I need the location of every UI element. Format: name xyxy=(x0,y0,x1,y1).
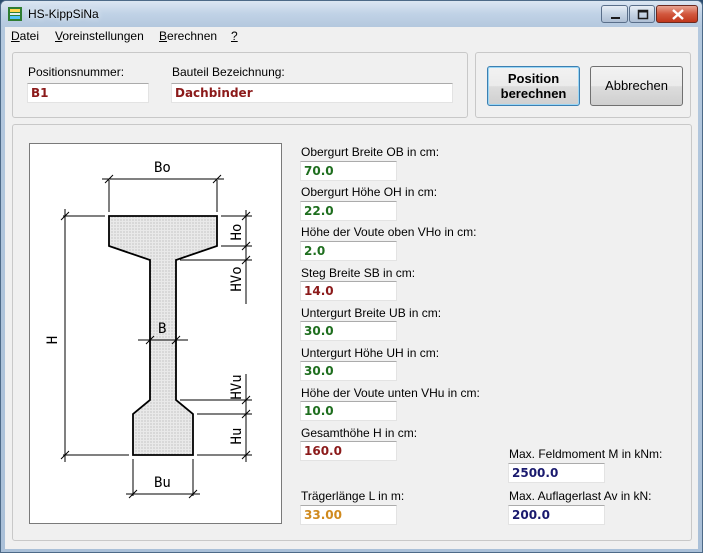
maximize-icon xyxy=(637,9,649,20)
maximize-button[interactable] xyxy=(629,5,655,23)
haunch-bottom-height-field[interactable]: 10.0 xyxy=(300,401,397,421)
max-moment-field[interactable]: 2500.0 xyxy=(508,463,605,483)
menu-datei[interactable]: Datei xyxy=(11,29,39,43)
haunch-top-height-label: Höhe der Voute oben VHo in cm: xyxy=(301,225,477,239)
window-title: HS-KippSiNa xyxy=(28,7,99,21)
beam-length-field[interactable]: 33.00 xyxy=(300,505,397,525)
dim-label-bo: Bo xyxy=(154,160,171,176)
position-number-label: Positionsnummer: xyxy=(28,65,125,79)
menu-help[interactable]: ? xyxy=(231,29,238,43)
flange-bottom-width-field[interactable]: 30.0 xyxy=(300,321,397,341)
component-name-field[interactable]: Dachbinder xyxy=(171,83,453,103)
dim-label-bu: Bu xyxy=(154,475,171,491)
header-group: Positionsnummer: B1 Bauteil Bezeichnung:… xyxy=(12,52,468,118)
position-number-field[interactable]: B1 xyxy=(27,83,149,103)
total-height-field[interactable]: 160.0 xyxy=(300,441,397,461)
component-name-label: Bauteil Bezeichnung: xyxy=(172,65,285,79)
dim-label-hvu: HVu xyxy=(229,374,245,399)
cancel-button[interactable]: Abbrechen xyxy=(590,66,683,106)
flange-top-width-label: Obergurt Breite OB in cm: xyxy=(301,145,440,159)
menu-voreinstellungen[interactable]: Voreinstellungen xyxy=(55,29,144,43)
menu-berechnen[interactable]: Berechnen xyxy=(159,29,217,43)
menu-bar: Datei Voreinstellungen Berechnen ? xyxy=(5,27,698,45)
i-beam-diagram: Bo H Ho HVo B HVu Hu Bu xyxy=(45,160,252,499)
calculate-position-button[interactable]: Position berechnen xyxy=(487,66,580,106)
haunch-bottom-height-label: Höhe der Voute unten VHu in cm: xyxy=(301,386,480,400)
app-icon xyxy=(8,7,22,21)
close-button[interactable] xyxy=(656,5,698,23)
flange-bottom-height-field[interactable]: 30.0 xyxy=(300,361,397,381)
dim-label-ho: Ho xyxy=(229,224,245,241)
max-support-load-label: Max. Auflagerlast Av in kN: xyxy=(509,489,652,503)
beam-length-label: Trägerlänge L in m: xyxy=(301,489,405,503)
main-group: Bo H Ho HVo B HVu Hu Bu Obergurt Breite … xyxy=(12,124,692,541)
dim-label-hu: Hu xyxy=(229,428,245,445)
minimize-button[interactable] xyxy=(601,5,628,23)
flange-bottom-height-label: Untergurt Höhe UH in cm: xyxy=(301,346,440,360)
flange-bottom-width-label: Untergurt Breite UB in cm: xyxy=(301,306,442,320)
flange-top-height-field[interactable]: 22.0 xyxy=(300,201,397,221)
dim-label-hvo: HVo xyxy=(229,266,245,291)
haunch-top-height-field[interactable]: 2.0 xyxy=(300,241,397,261)
close-icon xyxy=(672,9,684,20)
dim-label-h: H xyxy=(45,336,61,344)
max-moment-label: Max. Feldmoment M in kNm: xyxy=(509,447,663,461)
app-window: HS-KippSiNa Datei Voreinstellungen Berec… xyxy=(0,0,703,553)
buttons-group: Position berechnen Abbrechen xyxy=(475,52,691,118)
flange-top-height-label: Obergurt Höhe OH in cm: xyxy=(301,185,438,199)
flange-top-width-field[interactable]: 70.0 xyxy=(300,161,397,181)
title-bar[interactable]: HS-KippSiNa xyxy=(1,1,702,27)
cross-section-drawing: Bo H Ho HVo B HVu Hu Bu xyxy=(29,143,282,524)
web-width-label: Steg Breite SB in cm: xyxy=(301,266,416,280)
total-height-label: Gesamthöhe H in cm: xyxy=(301,426,418,440)
dim-label-b: B xyxy=(158,321,166,337)
minimize-icon xyxy=(611,17,620,19)
web-width-field[interactable]: 14.0 xyxy=(300,281,397,301)
max-support-load-field[interactable]: 200.0 xyxy=(508,505,605,525)
client-area: Datei Voreinstellungen Berechnen ? Posit… xyxy=(5,27,698,549)
